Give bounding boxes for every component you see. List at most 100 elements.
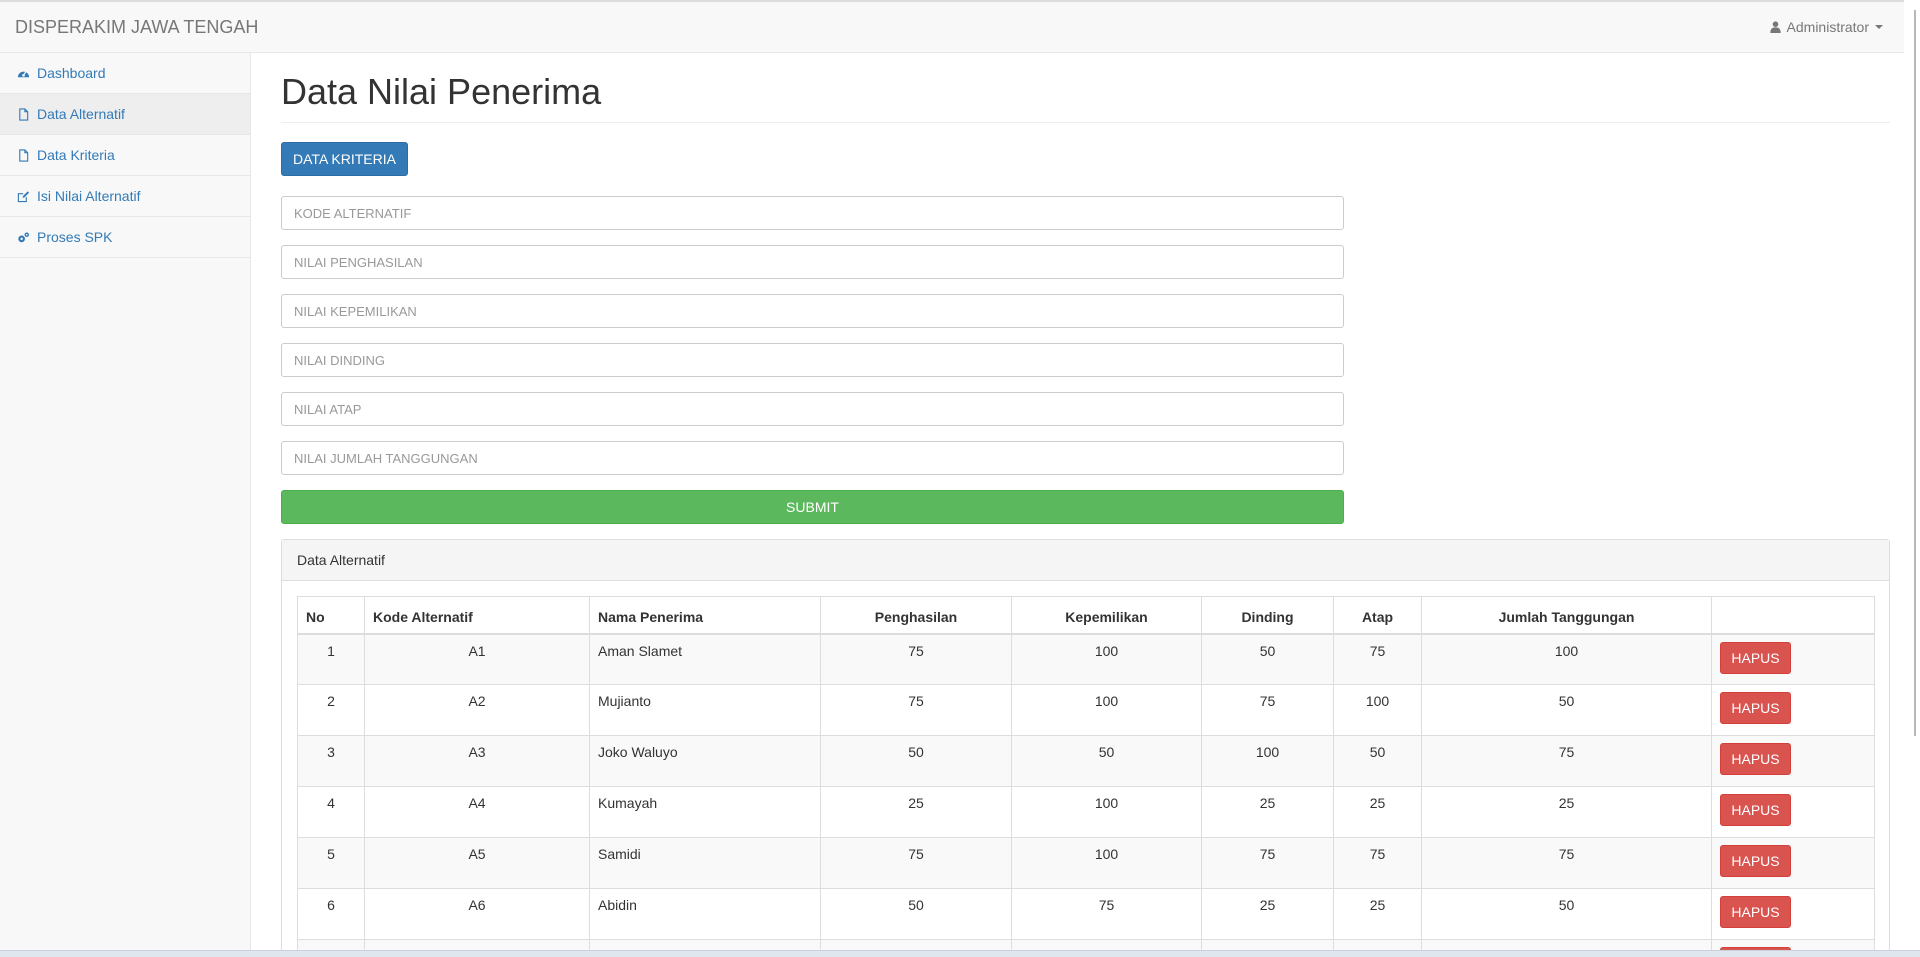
- sidebar-item-label: Isi Nilai Alternatif: [37, 188, 141, 204]
- scrollbar-thumb[interactable]: [1914, 10, 1916, 736]
- cell-nama: Joko Waluyo: [589, 735, 821, 787]
- cell-tanggungan: 100: [1421, 633, 1712, 685]
- nilai-jumlah-tanggungan-input[interactable]: [281, 441, 1344, 475]
- sidebar-item-label: Proses SPK: [37, 229, 113, 245]
- column-header-nama: Nama Penerima: [589, 596, 821, 635]
- cell-tanggungan: 75: [1421, 735, 1712, 787]
- sidebar: Dashboard Data Alternatif Data Kriteria …: [0, 53, 251, 950]
- table-row: 4 A4 Kumayah 25 100 25 25 25 HAPUS: [297, 786, 1875, 838]
- cell-atap: 75: [1333, 837, 1422, 889]
- table-container: No Kode Alternatif Nama Penerima Penghas…: [297, 596, 1875, 950]
- cell-action: HAPUS: [1711, 888, 1875, 940]
- hapus-button[interactable]: HAPUS: [1720, 794, 1791, 826]
- cell-no: 5: [297, 837, 365, 889]
- hapus-button[interactable]: HAPUS: [1720, 641, 1791, 674]
- cell-atap: 25: [1333, 888, 1422, 940]
- cell-no: 4: [297, 786, 365, 838]
- page-title: Data Nilai Penerima: [281, 71, 1890, 123]
- hapus-button[interactable]: HAPUS: [1720, 896, 1791, 928]
- column-header-atap: Atap: [1333, 596, 1422, 635]
- cell-action: HAPUS: [1711, 633, 1875, 685]
- sidebar-item-isi-nilai-alternatif[interactable]: Isi Nilai Alternatif: [0, 176, 250, 217]
- file-icon: [19, 148, 29, 162]
- table-header-row: No Kode Alternatif Nama Penerima Penghas…: [297, 596, 1875, 635]
- cell-kode: A3: [364, 735, 590, 787]
- cell-penghasilan: 75: [820, 837, 1012, 889]
- brand-title[interactable]: DISPERAKIM JAWA TENGAH: [15, 17, 258, 38]
- nilai-penghasilan-input[interactable]: [281, 245, 1344, 279]
- vertical-scrollbar[interactable]: [1904, 0, 1920, 950]
- column-header-no: No: [297, 596, 365, 635]
- cell-tanggungan: 50: [1421, 888, 1712, 940]
- column-header-dinding: Dinding: [1201, 596, 1334, 635]
- cell-kepemilikan: 100: [1011, 837, 1202, 889]
- nilai-atap-input[interactable]: [281, 392, 1344, 426]
- user-icon: [1769, 21, 1781, 33]
- cell-penghasilan: 50: [820, 735, 1012, 787]
- cell-kepemilikan: 50: [1011, 735, 1202, 787]
- column-header-action: [1711, 596, 1875, 635]
- cell-action: HAPUS: [1711, 837, 1875, 889]
- cell-penghasilan: 50: [820, 888, 1012, 940]
- panel-heading: Data Alternatif: [282, 540, 1889, 581]
- sidebar-item-label: Data Alternatif: [37, 106, 125, 122]
- data-kriteria-button[interactable]: DATA KRITERIA: [281, 142, 408, 176]
- cell-dinding: 50: [1201, 633, 1334, 685]
- cell-kepemilikan: 100: [1011, 633, 1202, 685]
- cell-dinding: 75: [1201, 837, 1334, 889]
- cell-dinding: 75: [1201, 684, 1334, 736]
- cell-penghasilan: 75: [820, 684, 1012, 736]
- cell-nama: Mujianto: [589, 684, 821, 736]
- edit-icon: [17, 190, 30, 202]
- table-row-partial: [297, 939, 1875, 950]
- sidebar-item-data-kriteria[interactable]: Data Kriteria: [0, 135, 250, 176]
- table-row: 3 A3 Joko Waluyo 50 50 100 50 75 HAPUS: [297, 735, 1875, 787]
- table-row: 5 A5 Samidi 75 100 75 75 75 HAPUS: [297, 837, 1875, 889]
- cell-penghasilan: 75: [820, 633, 1012, 685]
- cell-kepemilikan: 75: [1011, 888, 1202, 940]
- table-row: 6 A6 Abidin 50 75 25 25 50 HAPUS: [297, 888, 1875, 940]
- column-header-kode: Kode Alternatif: [364, 596, 590, 635]
- user-name: Administrator: [1786, 19, 1869, 35]
- table-row: 1 A1 Aman Slamet 75 100 50 75 100 HAPUS: [297, 633, 1875, 685]
- kode-alternatif-input[interactable]: [281, 196, 1344, 230]
- cell-dinding: 25: [1201, 786, 1334, 838]
- user-menu[interactable]: Administrator: [1769, 19, 1883, 35]
- cell-no: 2: [297, 684, 365, 736]
- cell-nama: Aman Slamet: [589, 633, 821, 685]
- hapus-button[interactable]: HAPUS: [1720, 692, 1791, 724]
- cell-nama: Samidi: [589, 837, 821, 889]
- column-header-kepemilikan: Kepemilikan: [1011, 596, 1202, 635]
- dashboard-icon: [17, 70, 30, 77]
- cell-kode: A1: [364, 633, 590, 685]
- cell-dinding: 25: [1201, 888, 1334, 940]
- cell-no: 6: [297, 888, 365, 940]
- sidebar-item-dashboard[interactable]: Dashboard: [0, 53, 250, 94]
- cell-action: HAPUS: [1711, 786, 1875, 838]
- submit-button[interactable]: SUBMIT: [281, 490, 1344, 524]
- hapus-button[interactable]: HAPUS: [1720, 743, 1791, 775]
- sidebar-item-label: Data Kriteria: [37, 147, 115, 163]
- nilai-dinding-input[interactable]: [281, 343, 1344, 377]
- cell-no: 1: [297, 633, 365, 685]
- table-row: 2 A2 Mujianto 75 100 75 100 50 HAPUS: [297, 684, 1875, 736]
- cell-atap: 50: [1333, 735, 1422, 787]
- nilai-kepemilikan-input[interactable]: [281, 294, 1344, 328]
- cell-atap: 100: [1333, 684, 1422, 736]
- cell-action: HAPUS: [1711, 684, 1875, 736]
- file-icon: [19, 107, 29, 121]
- cell-kepemilikan: 100: [1011, 684, 1202, 736]
- cell-penghasilan: 25: [820, 786, 1012, 838]
- hapus-button[interactable]: HAPUS: [1720, 845, 1791, 877]
- sidebar-item-proses-spk[interactable]: Proses SPK: [0, 217, 250, 258]
- cell-atap: 75: [1333, 633, 1422, 685]
- column-header-penghasilan: Penghasilan: [820, 596, 1012, 635]
- cell-tanggungan: 50: [1421, 684, 1712, 736]
- sidebar-item-data-alternatif[interactable]: Data Alternatif: [0, 94, 250, 135]
- top-navbar: DISPERAKIM JAWA TENGAH Administrator: [0, 0, 1904, 53]
- cell-kode: A6: [364, 888, 590, 940]
- cell-action: HAPUS: [1711, 735, 1875, 787]
- cell-tanggungan: 25: [1421, 786, 1712, 838]
- os-taskbar-edge: [0, 950, 1920, 957]
- sidebar-item-label: Dashboard: [37, 65, 106, 81]
